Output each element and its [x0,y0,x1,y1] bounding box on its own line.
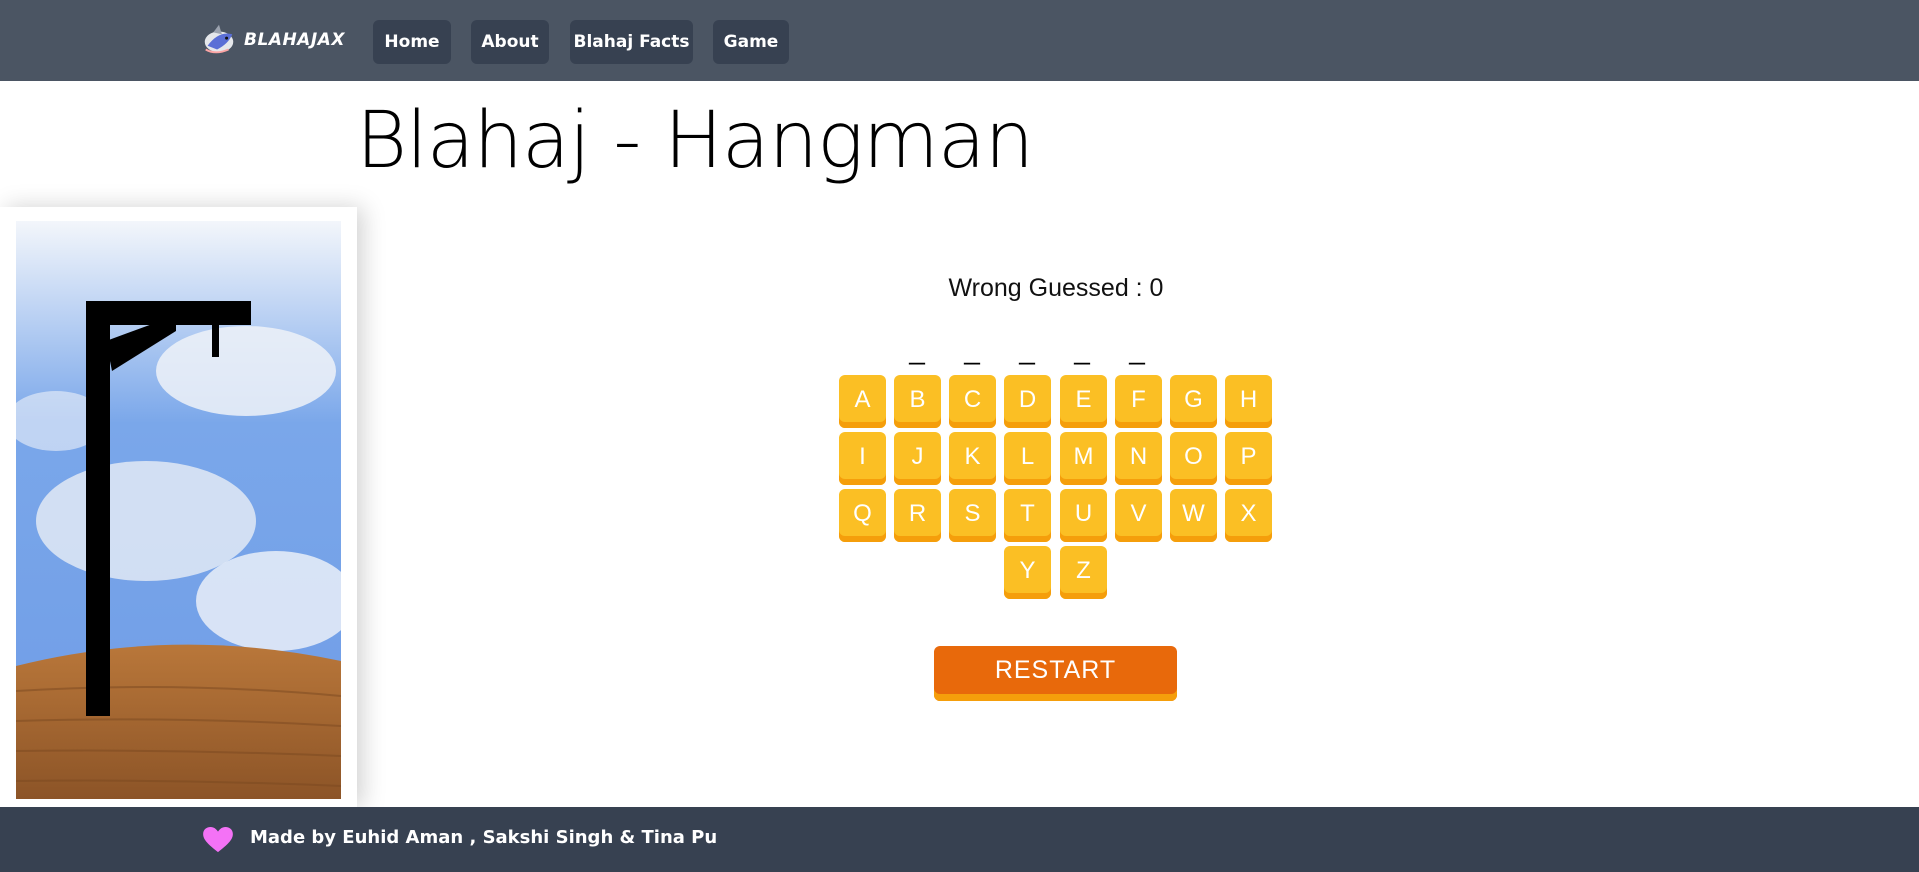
restart-button[interactable]: RESTART [934,646,1177,701]
key-b[interactable]: B [894,375,941,428]
letter-blank: _ [964,334,980,365]
key-l[interactable]: L [1004,432,1051,485]
key-g[interactable]: G [1170,375,1217,428]
nav-about-button[interactable]: About [471,20,549,64]
page-title: Blahaj - Hangman [356,96,1034,186]
key-y[interactable]: Y [1004,546,1051,599]
nav-blahaj-facts-button[interactable]: Blahaj Facts [570,20,693,64]
key-w[interactable]: W [1170,489,1217,542]
key-d[interactable]: D [1004,375,1051,428]
letter-blank: _ [1129,334,1145,365]
key-h[interactable]: H [1225,375,1272,428]
letter-blank: _ [1074,334,1090,365]
nav-home-button[interactable]: Home [373,20,451,64]
word-blanks: _ _ _ _ _ [906,334,1206,365]
key-s[interactable]: S [949,489,996,542]
letter-blank: _ [1019,334,1035,365]
key-t[interactable]: T [1004,489,1051,542]
key-n[interactable]: N [1115,432,1162,485]
key-x[interactable]: X [1225,489,1272,542]
key-z[interactable]: Z [1060,546,1107,599]
hangman-image-card [0,207,357,807]
navbar: BLAHAJAX Home About Blahaj Facts Game [0,0,1919,81]
key-m[interactable]: M [1060,432,1107,485]
hangman-gallows-image [16,221,341,799]
key-o[interactable]: O [1170,432,1217,485]
letter-blank: _ [909,334,925,365]
key-v[interactable]: V [1115,489,1162,542]
wrong-guess-counter: Wrong Guessed : 0 [948,274,1164,302]
blahaj-shark-icon [204,24,234,54]
key-f[interactable]: F [1115,375,1162,428]
key-q[interactable]: Q [839,489,886,542]
key-r[interactable]: R [894,489,941,542]
key-k[interactable]: K [949,432,996,485]
key-a[interactable]: A [839,375,886,428]
key-j[interactable]: J [894,432,941,485]
brand-name: BLAHAJAX [244,30,345,50]
brand-logo[interactable]: BLAHAJAX [200,20,345,60]
key-c[interactable]: C [949,375,996,428]
key-u[interactable]: U [1060,489,1107,542]
heart-icon [203,827,233,853]
key-i[interactable]: I [839,432,886,485]
nav-game-button[interactable]: Game [713,20,789,64]
key-p[interactable]: P [1225,432,1272,485]
key-e[interactable]: E [1060,375,1107,428]
footer-credit: Made by Euhid Aman , Sakshi Singh & Tina… [250,827,718,848]
footer: Made by Euhid Aman , Sakshi Singh & Tina… [0,807,1919,872]
